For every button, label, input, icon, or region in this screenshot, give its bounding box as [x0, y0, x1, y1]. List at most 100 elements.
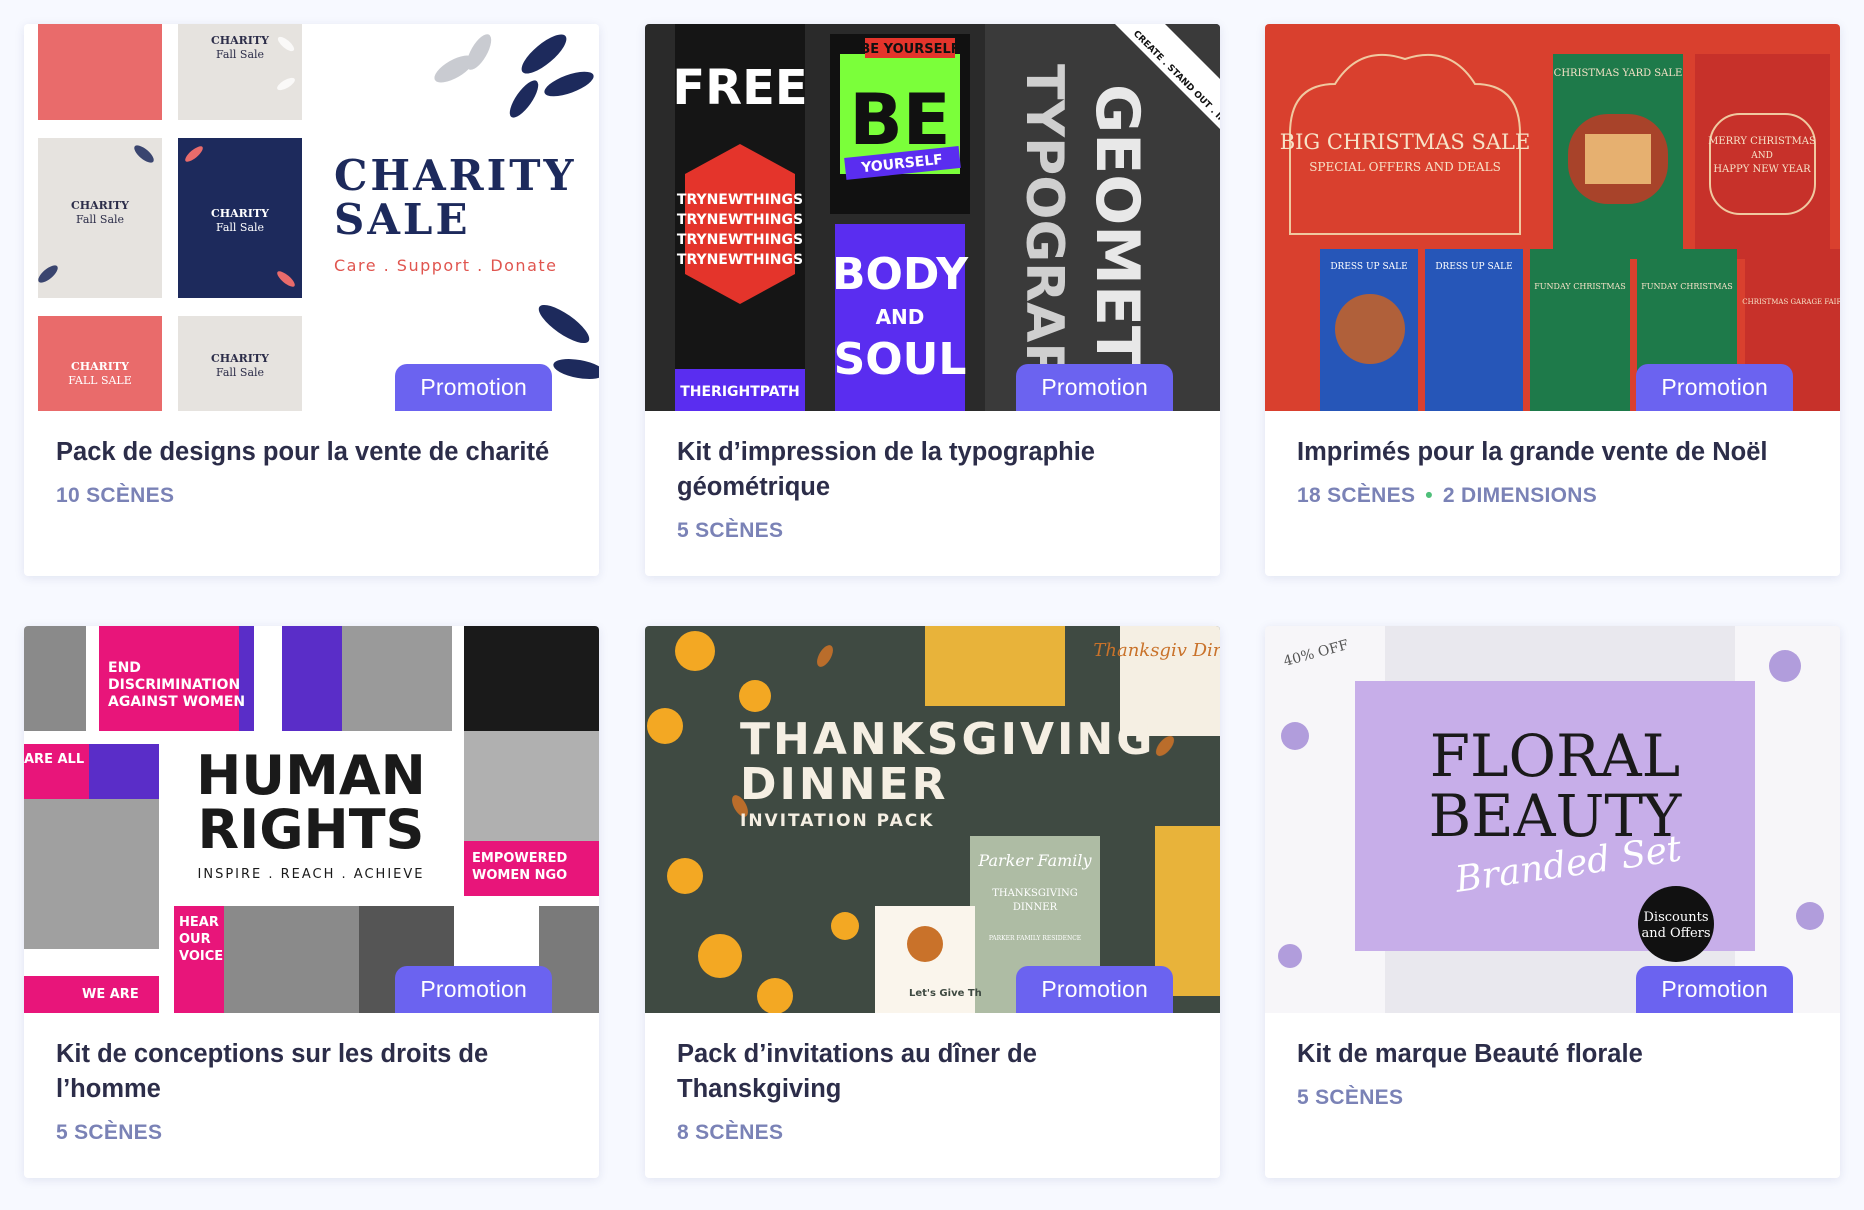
christmas-subheading: SPECIAL OFFERS AND DEALS [1309, 160, 1501, 174]
promotion-badge: Promotion [1636, 966, 1793, 1013]
end-discrimination-line2: DISCRIMINATION [108, 677, 240, 693]
flyer-small-line2: Fall Sale [216, 48, 264, 61]
word-try-2: TRYNEWTHINGS [677, 212, 803, 228]
empowered-line1: EMPOWERED [472, 851, 568, 866]
floral-heading-line1: FLORAL [1430, 722, 1680, 790]
card-title[interactable]: Kit d’impression de la typographie géomé… [677, 435, 1188, 505]
card-meta: 18 SCÈNES • 2 DIMENSIONS [1297, 484, 1808, 508]
garage-fair: CHRISTMAS GARAGE FAIR [1742, 298, 1840, 306]
promotion-badge: Promotion [1016, 966, 1173, 1013]
word-try-3: TRYNEWTHINGS [677, 232, 803, 248]
christmas-heading: BIG CHRISTMAS SALE [1280, 130, 1531, 154]
hear-line2: OUR [179, 932, 211, 947]
flyer-bottom-line1: CHARITY [211, 352, 269, 365]
typography-artwork: FREE TRYNEWTHINGS TRYNEWTHINGS TRYNEWTHI… [645, 24, 1220, 411]
empowered-line2: WOMEN NGO [472, 868, 567, 883]
charity-tagline: Care . Support . Donate [334, 256, 557, 275]
word-body: BODY [832, 249, 969, 300]
card-thumbnail[interactable]: 40% OFF FLORAL BEAUTY Branded Set Discou… [1265, 626, 1840, 1013]
template-card-charity[interactable]: CHARITY Fall Sale CHARITY Fall Sale CHAR… [24, 24, 599, 576]
yard-sale-title: CHRISTMAS YARD SALE [1554, 68, 1683, 79]
card-scenes-count: 5 SCÈNES [677, 519, 784, 542]
word-right-path: THERIGHTPATH [680, 384, 800, 400]
end-discrimination-line3: AGAINST WOMEN [108, 694, 245, 710]
thanksgiving-heading-line2: DINNER [740, 759, 948, 810]
christmas-artwork: BIG CHRISTMAS SALE SPECIAL OFFERS AND DE… [1265, 24, 1840, 411]
word-geometric: GEOMETRIC [1082, 84, 1152, 411]
card-scenes-count: 5 SCÈNES [56, 1121, 163, 1144]
flyer-grey-line1: CHARITY [71, 199, 129, 212]
human-rights-heading-line2: RIGHTS [198, 798, 425, 861]
flyer-grey-line2: Fall Sale [76, 213, 124, 226]
card-scenes-count: 5 SCÈNES [1297, 1086, 1404, 1109]
end-discrimination-line1: END [108, 660, 141, 676]
lets-give-text: Let's Give Th [909, 988, 982, 999]
we-are-text: WE ARE [82, 987, 139, 1002]
separator-dot: • [1425, 484, 1433, 507]
card-title[interactable]: Pack d’invitations au dîner de Thanskgiv… [677, 1037, 1188, 1107]
card-footer: PARKER FAMILY RESIDENCE [989, 935, 1081, 942]
promotion-badge: Promotion [1636, 364, 1793, 411]
funday-1: FUNDAY CHRISTMAS [1534, 282, 1626, 291]
card-scenes-count: 18 SCÈNES [1297, 484, 1416, 507]
funday-2: FUNDAY CHRISTMAS [1641, 282, 1733, 291]
template-card-thanksgiving[interactable]: Thanksgiv Dinne Parker Family THANKSGIVI… [645, 626, 1220, 1178]
promotion-badge: Promotion [395, 966, 552, 1013]
flyer-red-line2: FALL SALE [68, 374, 132, 387]
card-title-line1: THANKSGIVING [992, 888, 1078, 899]
merry-line2: AND [1750, 151, 1773, 161]
flyer-dark-line1: CHARITY [211, 207, 269, 220]
dress-up-1: DRESS UP SALE [1330, 262, 1407, 272]
promotion-badge: Promotion [395, 364, 552, 411]
card-title[interactable]: Imprimés pour la grande vente de Noël [1297, 435, 1808, 470]
word-try-1: TRYNEWTHINGS [677, 192, 803, 208]
merry-line1: MERRY CHRISTMAS [1708, 136, 1816, 147]
word-free: FREE [672, 60, 807, 116]
card-dimensions-count: 2 DIMENSIONS [1442, 484, 1598, 507]
label-be-yourself: BE YOURSELF [860, 42, 959, 57]
hear-line3: VOICE [179, 949, 223, 964]
dress-up-2: DRESS UP SALE [1435, 262, 1512, 272]
thanksgiving-subheading: INVITATION PACK [740, 811, 934, 831]
charity-artwork: CHARITY Fall Sale CHARITY Fall Sale CHAR… [24, 24, 599, 411]
floral-artwork: 40% OFF FLORAL BEAUTY Branded Set Discou… [1265, 626, 1840, 1013]
template-card-christmas-sale[interactable]: BIG CHRISTMAS SALE SPECIAL OFFERS AND DE… [1265, 24, 1840, 576]
merry-line3: HAPPY NEW YEAR [1713, 164, 1811, 175]
flyer-dark-line2: Fall Sale [216, 221, 264, 234]
card-scenes-count: 10 SCÈNES [56, 484, 175, 507]
hear-line1: HEAR [179, 915, 219, 930]
template-card-human-rights[interactable]: END DISCRIMINATION AGAINST WOMEN ARE ALL… [24, 626, 599, 1178]
card-thumbnail[interactable]: FREE TRYNEWTHINGS TRYNEWTHINGS TRYNEWTHI… [645, 24, 1220, 411]
card-thumbnail[interactable]: Thanksgiv Dinne Parker Family THANKSGIVI… [645, 626, 1220, 1013]
charity-heading-line1: CHARITY [334, 151, 576, 200]
word-and: AND [876, 305, 925, 329]
human-rights-tagline: INSPIRE . REACH . ACHIEVE [198, 867, 425, 882]
discounts-badge-line2: and Offers [1641, 926, 1710, 941]
card-thumbnail[interactable]: CHARITY Fall Sale CHARITY Fall Sale CHAR… [24, 24, 599, 411]
template-card-floral-beauty[interactable]: 40% OFF FLORAL BEAUTY Branded Set Discou… [1265, 626, 1840, 1178]
template-grid: CHARITY Fall Sale CHARITY Fall Sale CHAR… [0, 0, 1864, 1210]
card-title[interactable]: Kit de conceptions sur les droits de l’h… [56, 1037, 567, 1107]
card-scenes-count: 8 SCÈNES [677, 1121, 784, 1144]
card-title-line2: DINNER [1013, 902, 1058, 913]
flyer-bottom-line2: Fall Sale [216, 366, 264, 379]
word-try-4: TRYNEWTHINGS [677, 252, 803, 268]
thanksgiving-artwork: Thanksgiv Dinne Parker Family THANKSGIVI… [645, 626, 1220, 1013]
discounts-badge-line1: Discounts [1644, 910, 1709, 925]
card-script: Parker Family [977, 851, 1092, 870]
flyer-red-line1: CHARITY [71, 360, 129, 373]
word-typography: TYPOGRAPHY [1014, 64, 1074, 411]
template-card-geometric-typography[interactable]: FREE TRYNEWTHINGS TRYNEWTHINGS TRYNEWTHI… [645, 24, 1220, 576]
thanksgiving-heading-line1: THANKSGIVING [740, 714, 1155, 765]
corner-script: Thanksgiv Dinne [1093, 640, 1220, 661]
card-thumbnail[interactable]: BIG CHRISTMAS SALE SPECIAL OFFERS AND DE… [1265, 24, 1840, 411]
card-thumbnail[interactable]: END DISCRIMINATION AGAINST WOMEN ARE ALL… [24, 626, 599, 1013]
card-title[interactable]: Kit de marque Beauté florale [1297, 1037, 1808, 1072]
promotion-badge: Promotion [1016, 364, 1173, 411]
charity-heading-line2: SALE [334, 195, 470, 244]
word-soul: SOUL [834, 334, 967, 385]
human-rights-artwork: END DISCRIMINATION AGAINST WOMEN ARE ALL… [24, 626, 599, 1013]
flyer-small-line1: CHARITY [211, 34, 269, 47]
card-title[interactable]: Pack de designs pour la vente de charité [56, 435, 567, 470]
are-all-text: ARE ALL [24, 752, 84, 767]
